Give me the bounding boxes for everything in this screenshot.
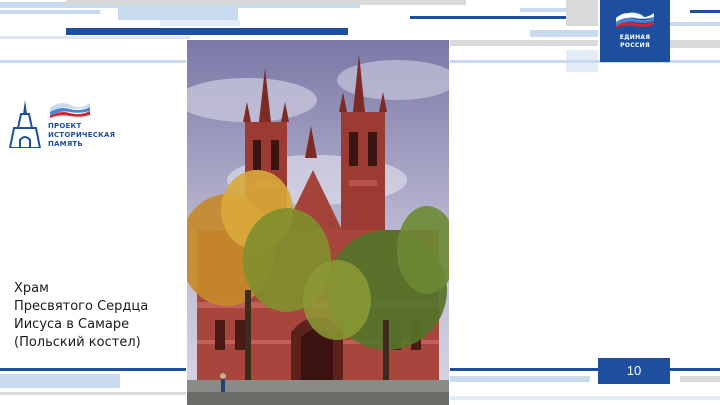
header-stripe [690,10,720,13]
party-logo: ЕДИНАЯ РОССИЯ [600,0,670,62]
header-stripe [0,36,190,39]
caption-line-3: Иисуса в Самаре [14,317,130,332]
header-stripe [530,30,598,37]
party-logo-line2: РОССИЯ [620,42,650,49]
project-logo-line1: ПРОЕКТ [48,122,82,130]
project-logo: ПРОЕКТ ИСТОРИЧЕСКАЯ ПАМЯТЬ [8,100,118,148]
footer-stripe [450,376,590,382]
header-stripe [670,22,720,26]
bear-flag-icon [616,12,654,28]
footer-stripe [680,376,720,382]
footer-stripe [0,374,120,388]
tricolor-flag-icon [50,103,90,118]
photo-caption: Храм Пресвятого Сердца Иисуса в Самаре (… [14,280,184,352]
page-number: 10 [598,358,670,384]
header-stripe [670,40,720,48]
header-stripe [566,0,598,26]
church-photo [187,40,449,405]
project-logo-line2: ИСТОРИЧЕСКАЯ [48,131,116,139]
header-stripe [160,20,240,26]
project-logo-line3: ПАМЯТЬ [48,140,83,148]
header-stripe [0,10,100,14]
caption-line-4: (Польский костел) [14,335,141,350]
header-stripe [0,60,186,63]
caption-line-1: Храм [14,281,49,296]
kremlin-tower-icon [8,100,42,148]
header-stripe [118,8,238,20]
footer-stripe [0,368,186,371]
footer-stripe [450,368,720,371]
header-stripe [66,0,466,5]
footer-stripe [0,392,186,395]
footer-stripe [450,396,720,400]
party-logo-line1: ЕДИНАЯ [619,34,651,41]
header-stripe [450,60,720,63]
slide: ЕДИНАЯ РОССИЯ ПРОЕКТ ИСТОРИЧЕСКАЯ ПАМЯТЬ [0,0,720,405]
header-stripe [450,40,598,46]
caption-line-2: Пресвятого Сердца [14,299,149,314]
header-stripe [66,28,348,35]
